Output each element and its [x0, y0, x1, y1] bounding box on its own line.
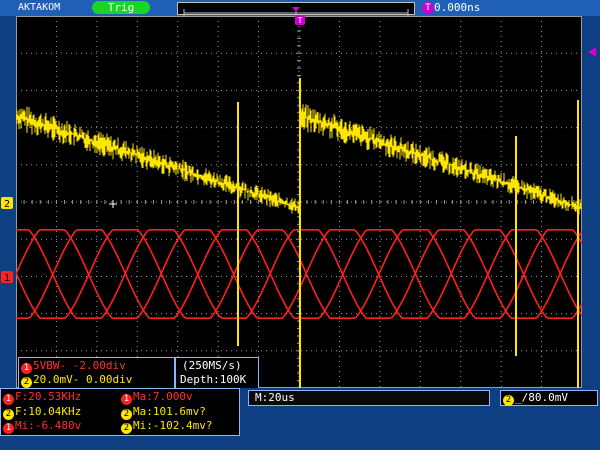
trigger-level-value: 80.0mV [528, 391, 568, 404]
trigger-time-marker-label: T [298, 16, 303, 25]
ch2-marker-label: 2 [4, 199, 10, 210]
ch1-settings: 1 5VBW- -2.00div [21, 359, 126, 374]
measurement-text: Ma:101.6mv? [133, 404, 206, 418]
ch2-trace [15, 104, 582, 215]
ch2-position-marker[interactable]: 2 [0, 196, 16, 210]
measurement-l-0: 1 F:20.53KHz [3, 390, 81, 405]
timebase-value: M:20us [255, 391, 295, 404]
measurement-r-1: 2 Ma:101.6mv? [121, 405, 206, 420]
sample-rate: (250MS/s) [182, 359, 242, 372]
memory-depth: Depth:100K [180, 373, 247, 386]
measurement-channel-badge: 2 [121, 423, 132, 434]
ch2-badge: 2 [21, 377, 32, 388]
trigger-position-icon: T [422, 2, 434, 14]
channel-settings-panel[interactable]: 1 5VBW- -2.00div 2 20.0mV- 0.00div [18, 357, 175, 389]
ch2-settings: 2 20.0mV- 0.00div [21, 373, 132, 388]
waveform-canvas [15, 15, 583, 389]
measurement-l-2: 1 Mi:-6.480v [3, 419, 81, 434]
measurement-r-0: 1 Ma:7.000v [121, 390, 193, 405]
oscilloscope-screen: AKTAKOM Trig T 0.000ns 2 1 T 1 5VBW- -2.… [0, 0, 600, 450]
ch1-marker-label: 1 [4, 273, 10, 284]
measurement-text: Ma:7.000v [133, 390, 193, 403]
brand-label: AKTAKOM [18, 2, 61, 13]
measurement-panel[interactable]: 1 F:20.53KHz 2 F:10.04KHz 1 Mi:-6.480v 1 Ma:7.0… [0, 388, 240, 436]
measurement-channel-badge: 1 [3, 423, 14, 434]
trigger-time-marker[interactable]: T [294, 14, 306, 26]
ch1-position-marker[interactable]: 1 [0, 270, 16, 284]
trigger-level-marker[interactable] [586, 46, 598, 58]
trigger-source-badge: 2 [503, 395, 514, 406]
measurement-text: Mi:-102.4mv? [133, 419, 213, 432]
measurement-channel-badge: 1 [121, 394, 132, 405]
bottom-status-bar: 1 F:20.53KHz 2 F:10.04KHz 1 Mi:-6.480v 1 Ma:7.0… [0, 388, 600, 450]
trigger-status-badge[interactable]: Trig [92, 1, 150, 14]
measurement-text: F:10.04KHz [15, 404, 82, 418]
trigger-settings-panel[interactable]: 2 _/80.0mV [500, 390, 598, 406]
measurement-channel-badge: 1 [3, 394, 14, 405]
ch2-settings-text: 20.0mV- 0.00div [33, 373, 133, 386]
measurement-text: F:20.53KHz [15, 390, 82, 403]
waveform-display [15, 15, 583, 389]
measurement-channel-badge: 2 [121, 408, 132, 420]
acquisition-panel[interactable]: (250MS/s) Depth:100K [175, 357, 259, 389]
trigger-settings: 2 _/80.0mV [503, 391, 568, 406]
time-offset-value[interactable]: 0.000ns [434, 1, 480, 15]
trigger-edge-icon: _/ [515, 391, 529, 404]
timebase-panel[interactable]: M:20us [248, 390, 490, 406]
measurement-r-2: 2 Mi:-102.4mv? [121, 419, 212, 434]
measurement-l-1: 2 F:10.04KHz [3, 405, 81, 420]
ch1-settings-text: 5VBW- -2.00div [33, 359, 126, 372]
measurement-channel-badge: 2 [3, 408, 14, 420]
measurement-text: Mi:-6.480v [15, 419, 82, 432]
